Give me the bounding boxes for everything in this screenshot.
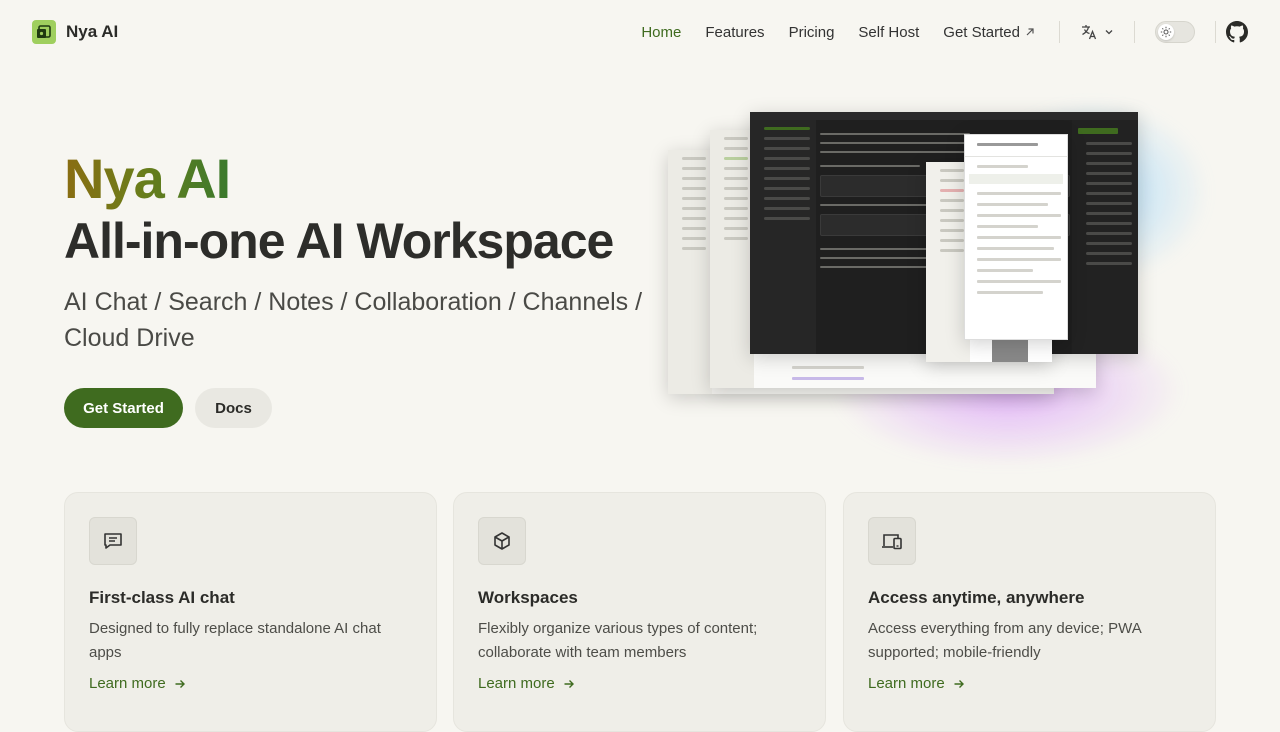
learn-more-link[interactable]: Learn more xyxy=(89,675,186,692)
arrow-right-icon xyxy=(954,679,964,688)
cube-icon xyxy=(478,517,526,565)
nav-home[interactable]: Home xyxy=(641,24,681,41)
github-link[interactable] xyxy=(1226,21,1248,43)
app-screenshot-command-palette xyxy=(964,134,1068,340)
nav-pricing[interactable]: Pricing xyxy=(789,24,835,41)
feature-description: Access everything from any device; PWA s… xyxy=(868,620,1141,661)
nav-features[interactable]: Features xyxy=(705,24,764,41)
nav-get-started[interactable]: Get Started xyxy=(943,24,1035,41)
arrow-right-icon xyxy=(564,679,574,688)
external-link-icon xyxy=(1026,28,1034,36)
feature-card-access-anywhere: Access anytime, anywhere Access everythi… xyxy=(843,492,1216,732)
main-nav: Home Features Pricing Self Host Get Star… xyxy=(617,21,1248,43)
translate-icon xyxy=(1082,25,1097,40)
devices-icon xyxy=(868,517,916,565)
top-navbar: Nya AI Home Features Pricing Self Host G… xyxy=(0,0,1280,64)
feature-title: Access anytime, anywhere xyxy=(868,588,1085,607)
docs-button[interactable]: Docs xyxy=(195,388,272,428)
feature-card-workspaces: Workspaces Flexibly organize various typ… xyxy=(453,492,826,732)
logo-icon xyxy=(32,20,56,44)
feature-title: Workspaces xyxy=(478,588,578,607)
chevron-down-icon xyxy=(1105,30,1113,35)
feature-card-ai-chat: First-class AI chat Designed to fully re… xyxy=(64,492,437,732)
learn-more-label: Learn more xyxy=(89,675,166,692)
nav-get-started-label: Get Started xyxy=(943,23,1020,41)
nav-divider xyxy=(1059,21,1060,43)
feature-description: Designed to fully replace standalone AI … xyxy=(89,620,381,661)
hero-subtitle: AI Chat / Search / Notes / Collaboration… xyxy=(64,288,643,352)
arrow-right-icon xyxy=(175,679,185,688)
nav-divider xyxy=(1134,21,1135,43)
nav-divider xyxy=(1215,21,1216,43)
learn-more-link[interactable]: Learn more xyxy=(868,675,965,692)
learn-more-link[interactable]: Learn more xyxy=(478,675,575,692)
nav-self-host[interactable]: Self Host xyxy=(858,24,919,41)
get-started-button[interactable]: Get Started xyxy=(64,388,183,428)
chat-icon xyxy=(89,517,137,565)
github-icon xyxy=(1226,21,1248,43)
learn-more-label: Learn more xyxy=(868,675,945,692)
hero-brand: Nya AI xyxy=(64,147,231,210)
learn-more-label: Learn more xyxy=(478,675,555,692)
language-switcher[interactable] xyxy=(1080,23,1114,41)
theme-toggle[interactable] xyxy=(1155,21,1195,43)
feature-description: Flexibly organize various types of conte… xyxy=(478,620,758,661)
sun-icon xyxy=(1158,24,1174,40)
hero-title: All-in-one AI Workspace xyxy=(64,213,614,269)
brand-name: Nya AI xyxy=(66,22,119,41)
feature-title: First-class AI chat xyxy=(89,588,235,607)
brand-logo[interactable]: Nya AI xyxy=(32,20,118,44)
